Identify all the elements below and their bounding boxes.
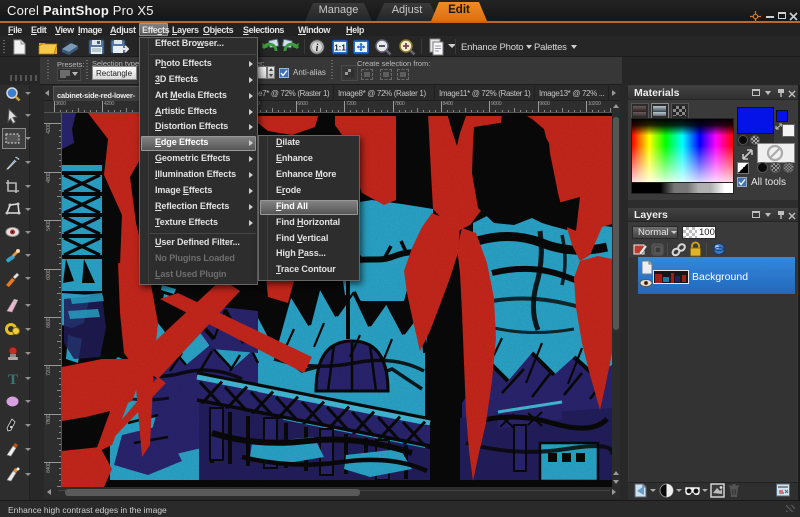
svg-text:1:1: 1:1 xyxy=(334,44,346,53)
svg-text:i: i xyxy=(316,43,319,54)
svg-text:T: T xyxy=(8,372,18,387)
